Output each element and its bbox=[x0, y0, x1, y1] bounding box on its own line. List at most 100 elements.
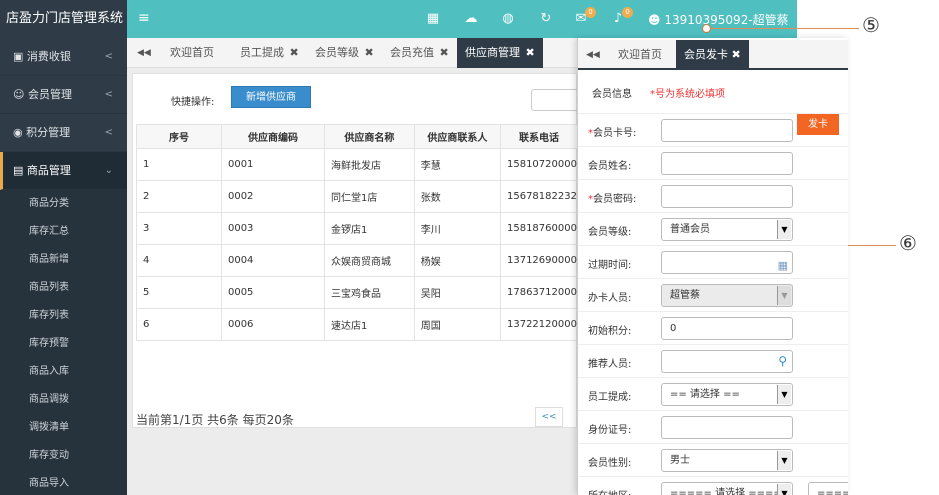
region-sub-field[interactable]: ===== 请选 bbox=[808, 482, 848, 495]
sidebar-subitem[interactable]: 商品列表 bbox=[0, 274, 127, 302]
table-row[interactable]: 3 0003 金锣店1 李川 15818760000 bbox=[136, 212, 579, 245]
globe-icon[interactable]: ◍ bbox=[500, 11, 516, 27]
search-input[interactable] bbox=[531, 89, 581, 111]
sidebar-subitem[interactable]: 库存列表 bbox=[0, 302, 127, 330]
calendar-icon[interactable]: ▦ bbox=[778, 255, 788, 276]
sidebar-subitem[interactable]: 商品分类 bbox=[0, 190, 127, 218]
dropdown-arrow-icon[interactable]: ▼ bbox=[777, 220, 791, 239]
column-header: 供应商联系人 bbox=[413, 124, 501, 149]
sidebar-subitem[interactable]: 库存预警 bbox=[0, 330, 127, 358]
member-form: 会员信息 *号为系统必填项 发卡 *会员卡号: 会员姓名: *会员密码: 会员等级: 普… bbox=[578, 72, 848, 495]
tab-nav-prev[interactable]: ◀◀ bbox=[137, 38, 151, 68]
table-row[interactable]: 4 0004 众娱商贸商城 杨娱 13712690000 bbox=[136, 244, 579, 277]
field-label-text: 过期时间: bbox=[588, 260, 632, 271]
sidebar-item-3[interactable]: ◉ 积分管理 < bbox=[0, 114, 127, 152]
field-label-text: 员工提成: bbox=[588, 392, 632, 403]
chevron-icon: < bbox=[104, 51, 113, 62]
expiry-date-field[interactable]: ▦ bbox=[661, 251, 793, 274]
table-cell: 0004 bbox=[220, 244, 326, 277]
sidebar-subitem[interactable]: 商品调拨 bbox=[0, 386, 127, 414]
tab-label: 会员发卡 bbox=[684, 48, 728, 61]
user-menu[interactable]: ☻ 13910395092-超管蔡 bbox=[648, 11, 789, 28]
menu-toggle-icon[interactable]: ≡ bbox=[138, 10, 150, 26]
member-level-field[interactable]: 普通会员 ▼ bbox=[661, 218, 793, 241]
field-label: 所在地区: bbox=[588, 487, 658, 495]
main-content: 快捷操作: 新增供应商 序号 供应商编码 供应商名称 供应商联系人 联系电话 1 0001… bbox=[127, 68, 581, 495]
sidebar: ▣ 消费收银 < ☺ 会员管理 < ◉ 积分管理 < ▤ 商品管理 ⌄ 商品分类 库存汇总 商品新增… bbox=[0, 38, 127, 495]
initial-points-field[interactable]: 0 bbox=[661, 317, 793, 340]
search-icon[interactable]: ⚲ bbox=[778, 351, 787, 372]
field-label: 会员姓名: bbox=[588, 157, 658, 172]
referrer-field[interactable]: ⚲ bbox=[661, 350, 793, 373]
modal-tab-nav-prev[interactable]: ◀◀ bbox=[586, 40, 600, 70]
quick-action-label: 快捷操作: bbox=[171, 97, 215, 108]
close-icon[interactable]: ✖ bbox=[290, 46, 299, 59]
dropdown-arrow-icon[interactable]: ▼ bbox=[777, 451, 791, 470]
id-number-field[interactable] bbox=[661, 416, 793, 439]
table-row[interactable]: 2 0002 同仁堂1店 张数 15678182232 bbox=[136, 180, 579, 213]
add-supplier-button[interactable]: 新增供应商 bbox=[231, 86, 311, 108]
dropdown-arrow-icon[interactable]: ▼ bbox=[777, 484, 791, 495]
notification-badge: 0 bbox=[585, 7, 596, 18]
app-brand: 店盈力门店管理系统 bbox=[0, 0, 127, 38]
sidebar-subitem[interactable]: 商品新增 bbox=[0, 246, 127, 274]
grid-icon[interactable]: ▦ bbox=[425, 11, 441, 27]
tab-member-level[interactable]: 会员等级 ✖ bbox=[315, 38, 374, 68]
close-icon[interactable]: ✖ bbox=[365, 46, 374, 59]
refresh-icon[interactable]: ↻ bbox=[538, 11, 554, 27]
card-number-field[interactable] bbox=[661, 119, 793, 142]
table-row[interactable]: 5 0005 三宝鸡食品 吴阳 17863712000 bbox=[136, 276, 579, 309]
table-row[interactable]: 6 0006 速达店1 周国 13722120000 bbox=[136, 308, 579, 341]
sidebar-item-label: 消费收银 bbox=[26, 50, 71, 63]
member-name-field[interactable] bbox=[661, 152, 793, 175]
sidebar-item-1[interactable]: ▣ 消费收银 < bbox=[0, 38, 127, 76]
sidebar-subitem[interactable]: 库存变动 bbox=[0, 442, 127, 470]
sidebar-item-4[interactable]: ▤ 商品管理 ⌄ bbox=[0, 152, 127, 190]
table-cell: 李慧 bbox=[413, 148, 501, 181]
table-row[interactable]: 1 0001 海鲜批发店 李慧 15810720000 bbox=[136, 148, 579, 181]
field-value: 超管蔡 bbox=[670, 290, 700, 301]
sidebar-item-label: 积分管理 bbox=[26, 126, 71, 139]
form-row: 身份证号: bbox=[578, 410, 848, 443]
table-cell: 金锣店1 bbox=[324, 212, 415, 245]
region-field[interactable]: ===== 请选择 ===== ▼ bbox=[661, 482, 793, 495]
form-row: 会员姓名: bbox=[578, 146, 848, 179]
cloud-download-icon[interactable]: ☁ bbox=[463, 11, 479, 27]
sidebar-item-label: 会员管理 bbox=[27, 88, 72, 101]
sidebar-subitem[interactable]: 库存汇总 bbox=[0, 218, 127, 246]
tab-label: 供应商管理 bbox=[465, 46, 520, 59]
field-value: 男士 bbox=[670, 455, 690, 466]
sidebar-subitem[interactable]: 商品导入 bbox=[0, 470, 127, 495]
form-row: 初始积分: 0 bbox=[578, 311, 848, 344]
member-gender-field[interactable]: 男士 ▼ bbox=[661, 449, 793, 472]
field-label-text: 会员性别: bbox=[588, 458, 632, 469]
required-note: *号为系统必填项 bbox=[650, 89, 725, 100]
table-cell: 15678182232 bbox=[499, 180, 579, 213]
dropdown-arrow-icon[interactable]: ▼ bbox=[777, 385, 791, 404]
member-password-field[interactable] bbox=[661, 185, 793, 208]
field-value: 普通会员 bbox=[670, 224, 710, 235]
pagination-prev-button[interactable]: << bbox=[535, 407, 563, 427]
card-staff-field: 超管蔡 ▼ bbox=[661, 284, 793, 307]
modal-tab-welcome[interactable]: 欢迎首页 bbox=[618, 40, 662, 70]
staff-commission-field[interactable]: == 请选择 == ▼ bbox=[661, 383, 793, 406]
tab-member-recharge[interactable]: 会员充值 ✖ bbox=[390, 38, 449, 68]
close-icon[interactable]: ✖ bbox=[526, 46, 535, 59]
form-row: 员工提成: == 请选择 == ▼ bbox=[578, 377, 848, 410]
field-label: 过期时间: bbox=[588, 256, 658, 271]
close-icon[interactable]: ✖ bbox=[440, 46, 449, 59]
modal-tab-issue-card[interactable]: 会员发卡 ✖ bbox=[676, 40, 749, 70]
field-label-text: 会员卡号: bbox=[593, 128, 637, 139]
table-cell: 17863712000 bbox=[499, 276, 579, 309]
sidebar-subitem[interactable]: 调拨清单 bbox=[0, 414, 127, 442]
tab-staff-commission[interactable]: 员工提成 ✖ bbox=[240, 38, 299, 68]
sidebar-item-2[interactable]: ☺ 会员管理 < bbox=[0, 76, 127, 114]
close-icon[interactable]: ✖ bbox=[732, 48, 741, 61]
tab-label: 欢迎首页 bbox=[170, 46, 214, 59]
section-title: 会员信息 bbox=[592, 89, 632, 100]
sidebar-subitem[interactable]: 商品入库 bbox=[0, 358, 127, 386]
tab-welcome[interactable]: 欢迎首页 bbox=[170, 38, 214, 68]
tab-supplier-management[interactable]: 供应商管理 ✖ bbox=[457, 38, 543, 68]
column-header: 供应商名称 bbox=[324, 124, 415, 149]
field-label: 推荐人员: bbox=[588, 355, 658, 370]
